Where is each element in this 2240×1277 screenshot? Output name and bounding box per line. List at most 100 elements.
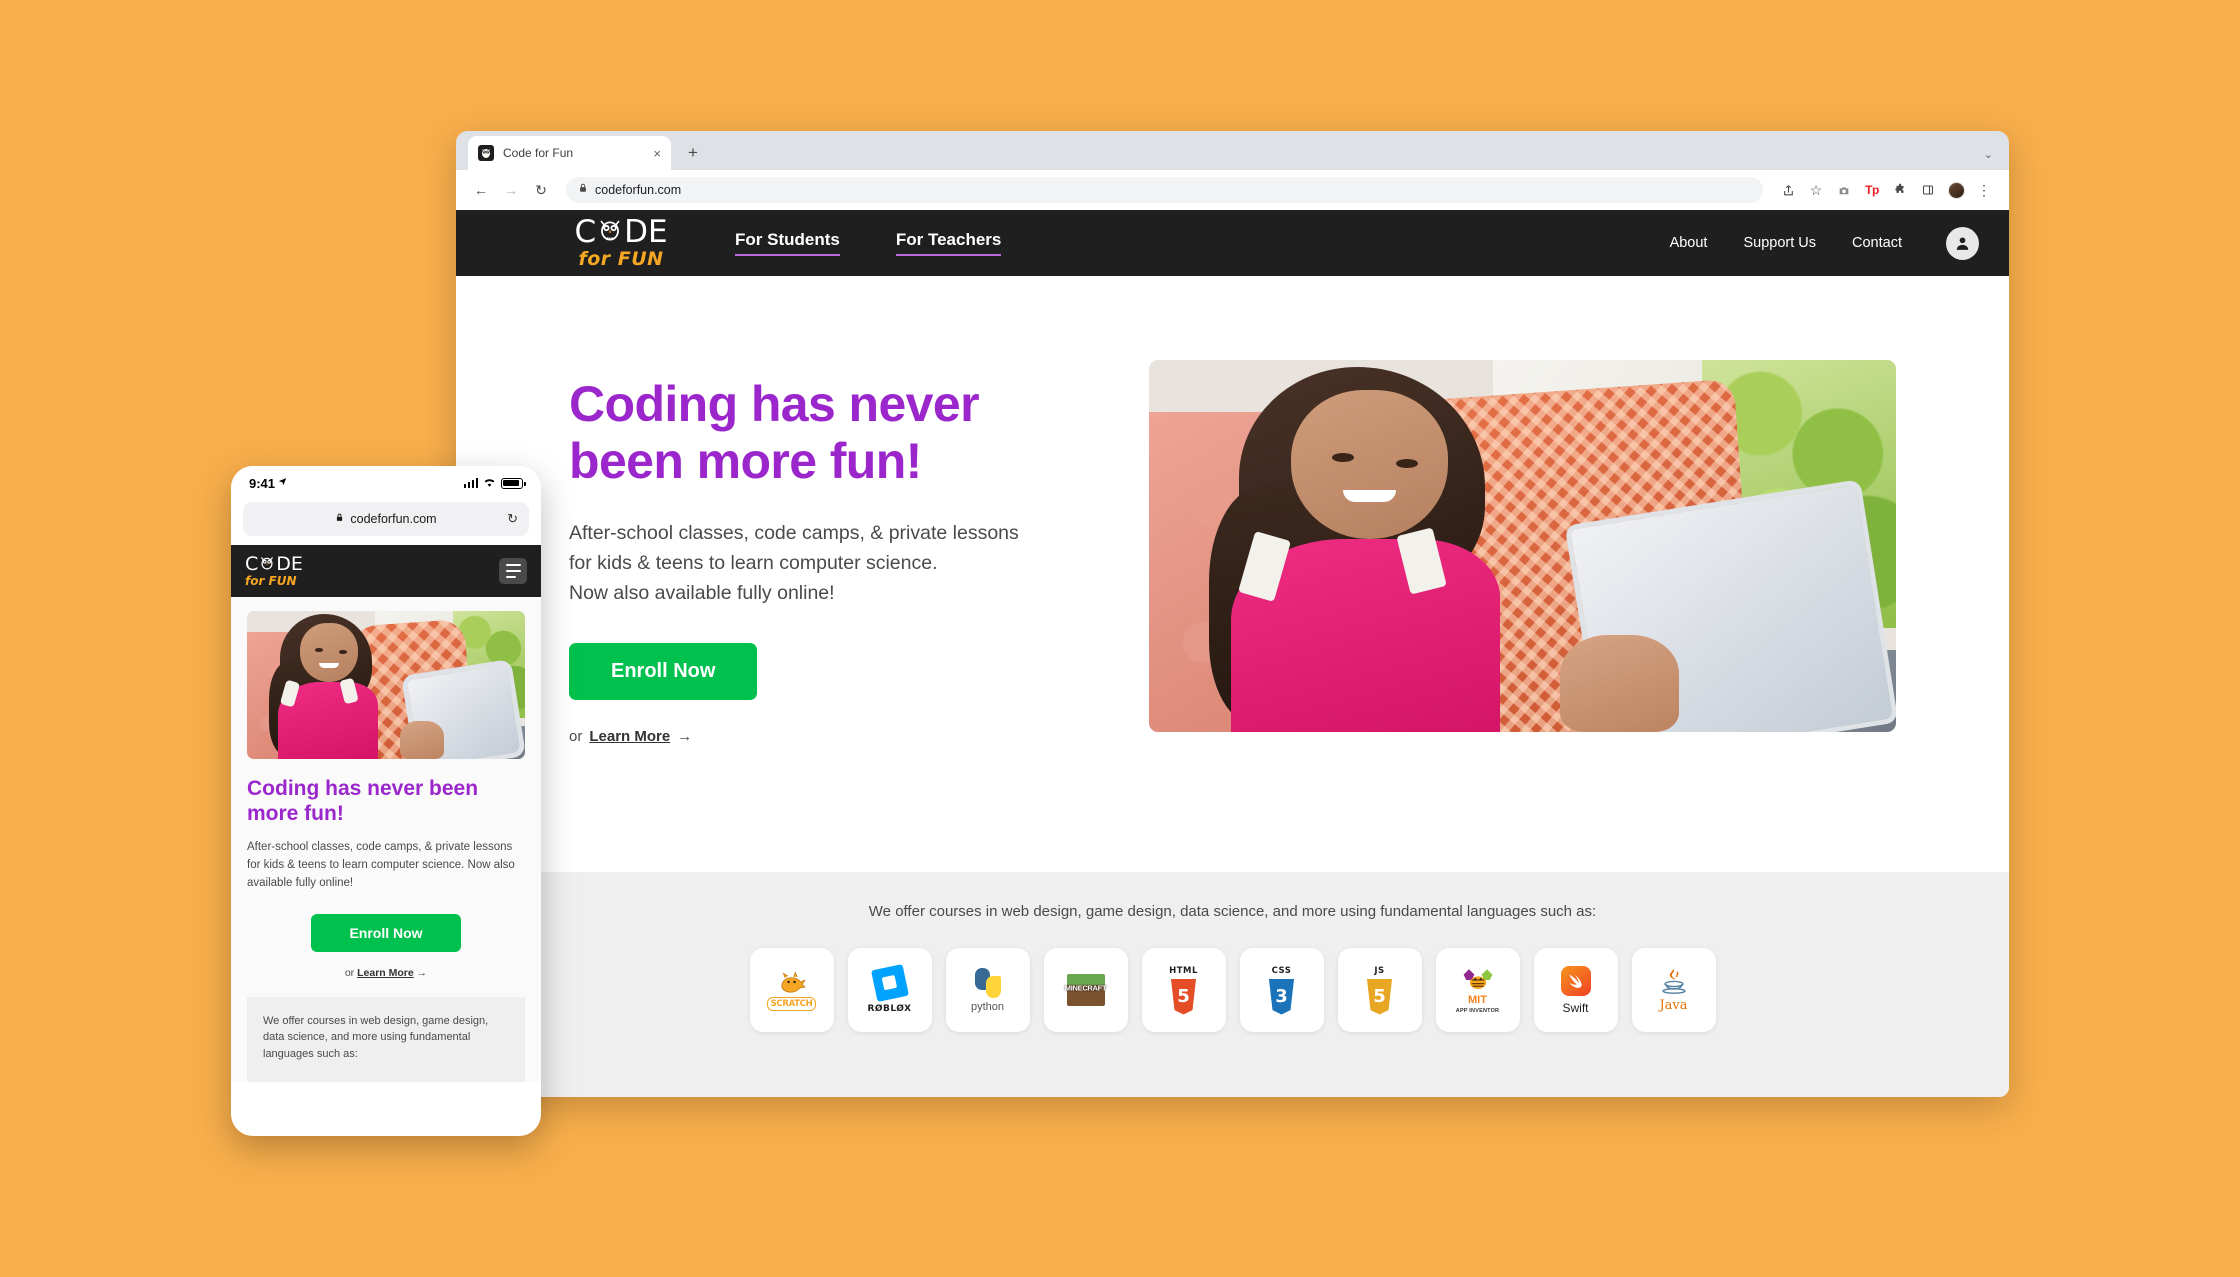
logo-card-python[interactable]: python — [945, 948, 1030, 1032]
hero-subtitle: After-school classes, code camps, & priv… — [569, 518, 1099, 609]
logo-card-scratch[interactable]: SCRATCH — [749, 948, 834, 1032]
toolbar-actions: ☆ Tp ⋮ — [1775, 177, 1997, 203]
mobile-page-body: Coding has never been more fun! After-sc… — [231, 597, 541, 1083]
close-tab-icon[interactable]: × — [653, 147, 661, 160]
chevron-down-icon[interactable]: ⌄ — [1984, 148, 1993, 161]
learn-more-link[interactable]: Learn More — [589, 728, 670, 745]
logo-card-mit-app-inventor[interactable]: MIT APP INVENTOR — [1435, 948, 1520, 1032]
sidebar-icon[interactable] — [1915, 177, 1941, 203]
puzzle-icon[interactable] — [1887, 177, 1913, 203]
logo-card-minecraft[interactable]: MINECRAFT — [1043, 948, 1128, 1032]
mobile-page-title: Coding has never been more fun! — [247, 777, 479, 826]
css3-shield-icon: 3 — [1268, 978, 1295, 1015]
html5-shield-icon: 5 — [1170, 978, 1197, 1015]
mobile-logo-word-after: DE — [276, 553, 303, 575]
location-arrow-icon — [278, 477, 287, 489]
javascript-shield-icon: 5 — [1366, 978, 1393, 1015]
mobile-learn-more-row: or Learn More → — [247, 967, 525, 979]
new-tab-button[interactable]: + — [679, 139, 707, 167]
enroll-now-button[interactable]: Enroll Now — [569, 642, 758, 700]
or-label: or — [569, 727, 583, 745]
mobile-site-logo[interactable]: C DE for FUN — [245, 555, 303, 588]
primary-navigation: For Students For Teachers — [735, 230, 1002, 256]
mobile-enroll-now-button[interactable]: Enroll Now — [311, 913, 461, 952]
scratch-cat-icon — [780, 971, 806, 993]
forward-icon[interactable]: → — [498, 177, 524, 203]
mobile-address-bar[interactable]: codeforfun.com ↻ — [243, 502, 529, 536]
battery-icon — [501, 477, 526, 489]
css3-label: CSS — [1271, 965, 1292, 976]
languages-logo-list: SCRATCH RØBLØX python MINECRAFT HTML 5 C… — [456, 948, 2009, 1032]
languages-strip: We offer courses in web design, game des… — [456, 872, 2009, 1097]
bookmark-star-icon[interactable]: ☆ — [1803, 177, 1829, 203]
roblox-icon — [870, 963, 909, 1002]
address-bar-url: codeforfun.com — [595, 183, 682, 197]
address-bar[interactable]: codeforfun.com — [566, 177, 1763, 203]
mobile-logo-word-before: C — [245, 553, 259, 575]
phone-mockup: 9:41 codeforfun.com ↻ C DE for FUN Codin… — [231, 466, 541, 1136]
ios-status-bar: 9:41 — [231, 466, 541, 500]
nav-for-students[interactable]: For Students — [735, 230, 840, 256]
logo-word-before: C — [574, 214, 597, 250]
arrow-right-icon: → — [677, 727, 693, 745]
account-avatar-button[interactable] — [1946, 226, 1979, 260]
hero-section: Coding has never been more fun! After-sc… — [456, 276, 2009, 872]
languages-strip-text: We offer courses in web design, game des… — [868, 903, 1597, 920]
mobile-logo-wordmark: C DE — [245, 555, 303, 575]
logo-card-swift[interactable]: Swift — [1533, 948, 1618, 1032]
wifi-icon — [483, 476, 496, 491]
nav-support-us[interactable]: Support Us — [1743, 235, 1816, 251]
logo-card-roblox[interactable]: RØBLØX — [847, 948, 932, 1032]
learn-more-row: or Learn More → — [569, 728, 1099, 745]
arrow-right-icon: → — [416, 966, 428, 979]
nav-for-teachers[interactable]: For Teachers — [895, 230, 1002, 256]
swift-label: Swift — [1562, 1000, 1589, 1015]
mobile-or-label: or — [344, 966, 355, 979]
browser-window: Code for Fun × + ⌄ ← → ↻ codeforfun.com — [456, 131, 2009, 1097]
mobile-logo-tagline: for FUN — [245, 573, 297, 588]
nav-about[interactable]: About — [1670, 235, 1708, 251]
profile-avatar[interactable] — [1943, 177, 1969, 203]
python-icon — [973, 967, 1003, 998]
mobile-url: codeforfun.com — [350, 512, 437, 526]
java-label: Java — [1659, 998, 1688, 1013]
extension-tp-icon[interactable]: Tp — [1859, 177, 1885, 203]
logo-card-html5[interactable]: HTML 5 — [1141, 948, 1226, 1032]
camera-icon[interactable] — [1831, 177, 1857, 203]
owl-icon — [259, 555, 275, 575]
minecraft-label: MINECRAFT — [1064, 983, 1107, 993]
scratch-label: SCRATCH — [766, 997, 817, 1011]
hero-image — [1149, 360, 1896, 732]
mit-sublabel: APP INVENTOR — [1455, 1007, 1500, 1014]
mobile-reload-icon[interactable]: ↻ — [507, 511, 518, 527]
swift-icon — [1560, 965, 1591, 996]
hero-content: Coding has never been more fun! After-sc… — [569, 352, 1099, 872]
hero-subtitle-line-1: After-school classes, code camps, & priv… — [569, 522, 1019, 544]
back-icon[interactable]: ← — [468, 177, 494, 203]
nav-contact[interactable]: Contact — [1852, 235, 1902, 251]
signal-icon — [463, 478, 478, 488]
browser-menu-icon[interactable]: ⋮ — [1971, 177, 1997, 203]
java-icon — [1661, 969, 1686, 994]
logo-card-css3[interactable]: CSS 3 — [1239, 948, 1324, 1032]
logo-card-javascript[interactable]: JS 5 — [1337, 948, 1422, 1032]
lock-icon — [335, 510, 344, 528]
page-title: Coding has never been more fun! — [569, 376, 980, 489]
logo-tagline: for FUN — [578, 247, 664, 270]
mit-label: MIT — [1468, 993, 1487, 1006]
share-icon[interactable] — [1775, 177, 1801, 203]
browser-tab-title: Code for Fun — [503, 146, 574, 160]
owl-favicon-icon — [478, 145, 494, 161]
secondary-navigation: About Support Us Contact — [1670, 226, 1979, 260]
hamburger-menu-icon[interactable] — [499, 558, 527, 584]
browser-tab[interactable]: Code for Fun × — [468, 136, 671, 170]
html5-label: HTML — [1169, 965, 1198, 976]
browser-toolbar: ← → ↻ codeforfun.com ☆ Tp ⋮ — [456, 170, 2009, 210]
mobile-learn-more-link[interactable]: Learn More — [357, 967, 414, 979]
mobile-hero-image — [247, 611, 525, 759]
site-logo[interactable]: C DE for FUN — [569, 217, 673, 270]
logo-card-java[interactable]: Java — [1631, 948, 1716, 1032]
minecraft-icon: MINECRAFT — [1064, 974, 1107, 1006]
status-time: 9:41 — [249, 475, 276, 491]
reload-icon[interactable]: ↻ — [528, 177, 554, 203]
